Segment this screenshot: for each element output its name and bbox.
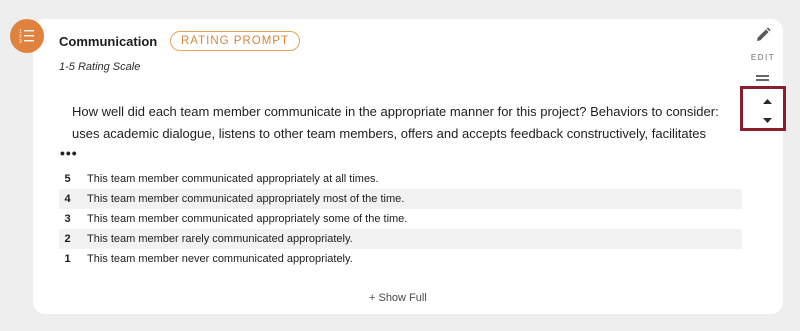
pencil-icon bbox=[757, 27, 771, 41]
rating-scale-label: 1-5 Rating Scale bbox=[59, 61, 141, 73]
scale-row: 1 This team member never communicated ap… bbox=[59, 249, 742, 269]
scale-value: 3 bbox=[64, 213, 71, 225]
question-prompt: How well did each team member communicat… bbox=[72, 104, 719, 141]
scale-value: 4 bbox=[64, 193, 71, 205]
caret-up-icon bbox=[762, 98, 772, 104]
scale-description: This team member never communicated appr… bbox=[87, 253, 353, 265]
scale-row: 4 This team member communicated appropri… bbox=[59, 189, 742, 209]
question-title: Communication bbox=[59, 34, 158, 49]
list-rating-icon: 1 2 3 bbox=[10, 19, 44, 53]
scale-description: This team member rarely communicated app… bbox=[87, 233, 353, 245]
edit-label: EDIT bbox=[750, 53, 776, 62]
scale-value: 5 bbox=[64, 173, 71, 185]
svg-text:3: 3 bbox=[19, 39, 22, 45]
drag-handle-icon[interactable] bbox=[756, 75, 769, 81]
scale-description: This team member communicated appropriat… bbox=[87, 213, 408, 225]
question-card bbox=[33, 19, 783, 314]
edit-button[interactable]: EDIT bbox=[748, 26, 778, 62]
caret-down-icon bbox=[762, 117, 772, 123]
move-up-button[interactable] bbox=[762, 97, 772, 105]
show-full-link[interactable]: + Show Full bbox=[369, 292, 427, 304]
scale-description: This team member communicated appropriat… bbox=[87, 173, 379, 185]
more-indicator: ••• bbox=[60, 145, 78, 161]
scale-row: 2 This team member rarely communicated a… bbox=[59, 229, 742, 249]
rating-scale-list: 5 This team member communicated appropri… bbox=[59, 169, 742, 269]
scale-row: 5 This team member communicated appropri… bbox=[59, 169, 742, 189]
move-down-button[interactable] bbox=[762, 116, 772, 124]
scale-description: This team member communicated appropriat… bbox=[87, 193, 405, 205]
scale-value: 1 bbox=[64, 253, 71, 265]
scale-row: 3 This team member communicated appropri… bbox=[59, 209, 742, 229]
scale-value: 2 bbox=[64, 233, 71, 245]
rating-prompt-badge: RATING PROMPT bbox=[170, 31, 300, 51]
reorder-controls-highlight bbox=[740, 86, 786, 131]
